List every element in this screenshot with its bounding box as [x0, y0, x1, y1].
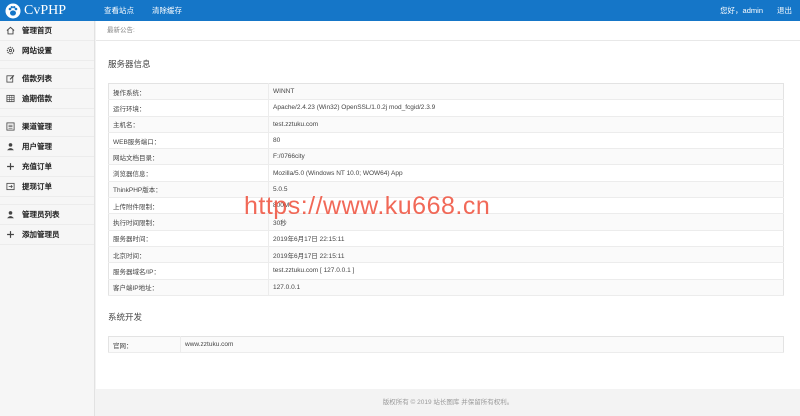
watermark: https://www.ku668.cn: [244, 192, 491, 220]
server-info-title: 服务器信息: [108, 59, 151, 69]
row-value: 2019年6月17日 22:15:11: [268, 246, 784, 264]
view-site-link[interactable]: 查看站点: [104, 5, 134, 16]
table-row: WEB服务端口： 80: [108, 132, 784, 150]
sidebar-divider: [0, 61, 94, 69]
row-label: 运行环境：: [108, 99, 269, 117]
edit-icon: [6, 74, 15, 83]
row-value: F:/0766city: [268, 148, 784, 166]
row-value: Apache/2.4.23 (Win32) OpenSSL/1.0.2j mod…: [268, 99, 784, 117]
server-info-table: 操作系统： WINNT 运行环境： Apache/2.4.23 (Win32) Ope…: [108, 83, 784, 296]
table-row: 服务器域名/IP： test.zztuku.com [ 127.0.0.1 ]: [108, 262, 784, 280]
notice-bar: 最新公告:: [96, 21, 800, 41]
logo[interactable]: CvPHP: [5, 2, 66, 19]
top-nav: 查看站点 清除缓存: [104, 0, 200, 21]
row-label: 服务器域名/IP：: [108, 262, 269, 280]
export-icon: [6, 182, 15, 191]
table-row: 北京时间： 2019年6月17日 22:15:11: [108, 246, 784, 264]
sidebar-item-site-settings[interactable]: 网站设置: [0, 41, 94, 61]
user-greeting[interactable]: 您好，admin: [720, 5, 763, 16]
sidebar-item-label: 提现订单: [22, 182, 52, 191]
sidebar-item-label: 添加管理员: [22, 230, 60, 239]
system-dev-table: 官网： www.zztuku.com: [108, 336, 784, 354]
sidebar-item-label: 充值订单: [22, 162, 52, 171]
sidebar-item-loan-list[interactable]: 借款列表: [0, 69, 94, 89]
table-icon: [6, 94, 15, 103]
sidebar-item-label: 渠道管理: [22, 122, 52, 131]
row-label: 客户端IP地址：: [108, 279, 269, 296]
table-row: 运行环境： Apache/2.4.23 (Win32) OpenSSL/1.0.2…: [108, 99, 784, 117]
table-row: 主机名： test.zztuku.com: [108, 116, 784, 133]
logo-text: CvPHP: [24, 2, 67, 18]
gear-icon: [6, 46, 15, 55]
row-label: 北京时间：: [108, 246, 269, 264]
home-icon: [6, 26, 15, 35]
list-icon: [6, 122, 15, 131]
row-label: 网站文档目录：: [108, 148, 269, 166]
row-label: 浏览器信息：: [108, 164, 269, 182]
row-value: 80: [268, 132, 784, 150]
row-label: 主机名：: [108, 116, 269, 133]
sidebar-item-add-admin[interactable]: 添加管理员: [0, 225, 94, 245]
sidebar-item-label: 逾期借款: [22, 94, 52, 103]
sidebar-item-withdraw-orders[interactable]: 提现订单: [0, 177, 94, 197]
logout-link[interactable]: 退出: [777, 5, 792, 16]
row-label: 官网：: [108, 336, 181, 354]
sidebar-item-user-management[interactable]: 用户管理: [0, 137, 94, 157]
sidebar-item-label: 管理首页: [22, 26, 52, 35]
plus-icon: [6, 230, 15, 239]
table-row: 服务器时间： 2019年6月17日 22:15:11: [108, 230, 784, 247]
top-bar: CvPHP 查看站点 清除缓存 您好，admin 退出: [0, 0, 800, 21]
user-icon: [6, 142, 15, 151]
sidebar-item-label: 网站设置: [22, 46, 52, 55]
row-value: www.zztuku.com: [180, 336, 784, 354]
row-value: Mozilla/5.0 (Windows NT 10.0; WOW64) App: [268, 164, 784, 182]
table-row: 网站文档目录： F:/0766city: [108, 148, 784, 166]
sidebar-item-label: 用户管理: [22, 142, 52, 151]
row-value: test.zztuku.com [ 127.0.0.1 ]: [268, 262, 784, 280]
user-icon: [6, 210, 15, 219]
sidebar-item-admin-list[interactable]: 管理员列表: [0, 205, 94, 225]
row-label: 服务器时间：: [108, 230, 269, 247]
table-row: 客户端IP地址： 127.0.0.1: [108, 279, 784, 296]
system-dev-title: 系统开发: [108, 312, 143, 322]
row-value: 127.0.0.1: [268, 279, 784, 296]
table-row: 操作系统： WINNT: [108, 83, 784, 101]
sidebar-item-recharge-orders[interactable]: 充值订单: [0, 157, 94, 177]
row-value: test.zztuku.com: [268, 116, 784, 133]
row-label: 操作系统：: [108, 83, 269, 101]
sidebar-item-channel-management[interactable]: 渠道管理: [0, 117, 94, 137]
row-value: WINNT: [268, 83, 784, 101]
row-label: WEB服务端口：: [108, 132, 269, 150]
sidebar-item-label: 借款列表: [22, 74, 52, 83]
paw-logo-icon: [5, 3, 21, 18]
plus-icon: [6, 162, 15, 171]
clear-cache-link[interactable]: 清除缓存: [152, 5, 182, 16]
sidebar: 管理首页 网站设置 借款列表 逾期借款 渠道管理 用户管理 充值订单 提现订单 …: [0, 21, 95, 416]
sidebar-item-label: 管理员列表: [22, 210, 60, 219]
sidebar-item-home[interactable]: 管理首页: [0, 21, 94, 41]
sidebar-divider: [0, 109, 94, 117]
sidebar-divider: [0, 197, 94, 205]
user-area: 您好，admin 退出: [706, 0, 792, 21]
table-row: 官网： www.zztuku.com: [108, 336, 784, 354]
footer: 版权所有 © 2019 站长图库 并保留所有权利。: [96, 389, 800, 416]
row-value: 2019年6月17日 22:15:11: [268, 230, 784, 247]
sidebar-item-overdue-loans[interactable]: 逾期借款: [0, 89, 94, 109]
table-row: 浏览器信息： Mozilla/5.0 (Windows NT 10.0; WOW6…: [108, 164, 784, 182]
